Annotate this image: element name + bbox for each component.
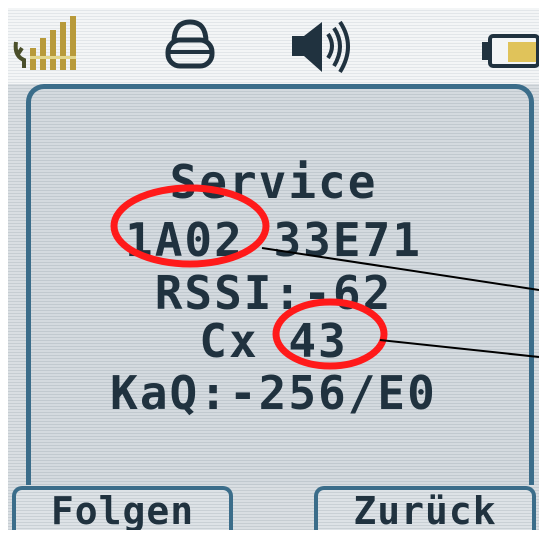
pointer-line-cx [379,339,539,358]
highlight-circle-id [110,184,270,268]
annotation-overlay [110,184,539,370]
photo-frame: Service 1A02 33E71 RSSI:-62 Cx 43 KaQ:-2… [0,0,539,533]
highlight-circle-cx [272,298,388,370]
pointer-line-id [261,247,539,291]
